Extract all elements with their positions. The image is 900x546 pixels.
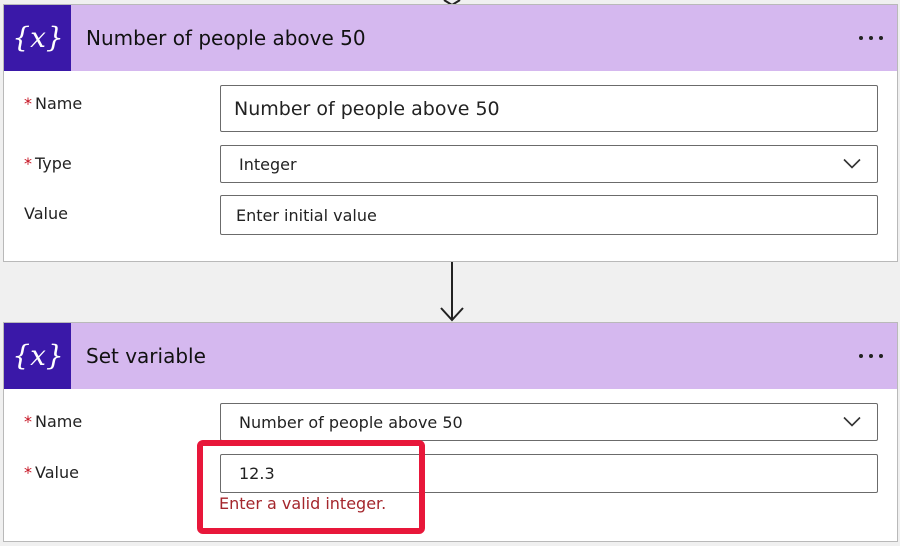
name-label: * Name [24, 412, 82, 431]
initial-value-placeholder: Enter initial value [236, 205, 377, 225]
more-icon[interactable] [859, 5, 883, 71]
value-label-text: Value [24, 204, 68, 223]
type-label-text: Type [35, 154, 72, 173]
value-label: * Value [24, 463, 79, 482]
chevron-down-icon [843, 416, 861, 427]
card-header[interactable]: {x} Number of people above 50 [4, 5, 897, 71]
name-label-text: Name [35, 412, 83, 431]
card-title: Set variable [86, 344, 206, 368]
required-mark: * [24, 463, 32, 482]
card-header[interactable]: {x} Set variable [4, 323, 897, 389]
highlight-box [197, 440, 425, 534]
type-dropdown[interactable]: Integer [220, 145, 878, 183]
variable-name-value: Number of people above 50 [239, 412, 463, 432]
name-label: * Name [24, 94, 82, 113]
set-variable-card: {x} Set variable * Name Number of people … [3, 322, 898, 542]
variable-icon: {x} [4, 5, 71, 71]
variable-icon: {x} [4, 323, 71, 389]
name-input[interactable]: Number of people above 50 [220, 85, 878, 132]
more-icon[interactable] [859, 323, 883, 389]
chevron-down-icon [843, 158, 861, 169]
type-label: * Type [24, 154, 72, 173]
value-label-text: Value [35, 463, 79, 482]
initialize-variable-card: {x} Number of people above 50 * Name Numb… [3, 4, 898, 262]
name-label-text: Name [35, 94, 83, 113]
svg-text:{x}: {x} [12, 339, 63, 372]
required-mark: * [24, 412, 32, 431]
arrow-down-icon [440, 262, 464, 322]
name-input-value: Number of people above 50 [234, 97, 500, 120]
card-title: Number of people above 50 [86, 26, 366, 50]
required-mark: * [24, 154, 32, 173]
type-dropdown-value: Integer [239, 154, 297, 174]
required-mark: * [24, 94, 32, 113]
variable-name-dropdown[interactable]: Number of people above 50 [220, 403, 878, 441]
value-label: Value [24, 204, 68, 223]
initial-value-input[interactable]: Enter initial value [220, 195, 878, 235]
svg-text:{x}: {x} [12, 21, 63, 54]
